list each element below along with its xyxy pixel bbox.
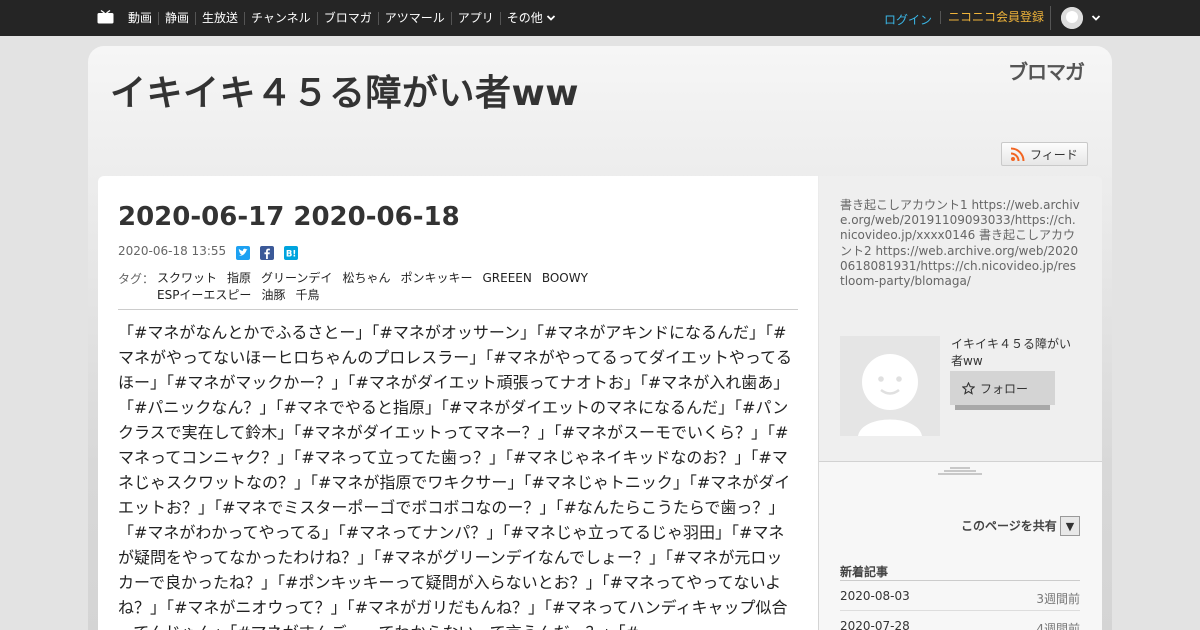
chevron-down-icon [1091,15,1101,21]
rss-icon [1010,147,1025,161]
nav-item-atsumaru[interactable]: アツマール [377,11,451,25]
register-link[interactable]: ニコニコ会員登録 [940,11,1044,24]
follow-label: フォロー [980,381,1029,396]
share-page-dropdown[interactable]: ▼ [1060,516,1080,536]
article-date: 2020-06-18 13:55 [118,244,227,258]
facebook-icon[interactable] [260,246,274,260]
recent-articles-title: 新着記事 [840,565,889,579]
share-page-label: このページを共有 [961,519,1057,533]
blomaga-logo[interactable]: ブロマガ [1008,56,1085,85]
tag-list: スクワット 指原 グリーンデイ 松ちゃん ポンキッキー GREEEN BOOWY ESPイーエ… [157,270,637,304]
grip-icon[interactable] [938,466,982,476]
profile-avatar[interactable] [840,336,940,436]
tag-item[interactable]: ポンキッキー [400,270,472,287]
niconico-tv-icon[interactable] [97,10,114,24]
article-title[interactable]: 2020-06-17 2020-06-18 [118,202,460,232]
top-nav-bar: 動画 静画 生放送 チャンネル ブロマガ アツマール アプリ その他 ログイン … [0,0,1200,36]
nav-item-more[interactable]: その他 [499,10,562,25]
article-divider [118,309,798,310]
article-body: 「#マネがなんとかでふるさとー」「#マネがオッサーン」「#マネがアキンドになるん… [118,323,793,630]
follow-button[interactable]: フォロー [950,371,1055,405]
account-menu[interactable] [1050,6,1101,30]
recent-article-item[interactable]: 2020-07-28 4週間前 [840,611,1080,630]
tag-item[interactable]: 油豚 [261,287,285,304]
tag-item[interactable]: グリーンデイ [261,270,332,287]
recent-article-ago: 4週間前 [1036,622,1080,630]
blog-title[interactable]: イキイキ４５る障がい者ww [110,64,579,116]
nav-item-app[interactable]: アプリ [450,11,500,25]
svg-text:B!: B! [286,249,296,259]
nav-item-blomaga[interactable]: ブロマガ [316,11,378,25]
nav-more-label: その他 [506,10,543,25]
hatena-bookmark-icon[interactable]: B! [284,246,298,260]
follow-button-shadow [955,405,1050,410]
nav-item-seiga[interactable]: 静画 [158,11,195,25]
recent-article-ago: 3週間前 [1036,592,1080,606]
recent-article-date[interactable]: 2020-07-28 [840,619,910,630]
tag-item[interactable]: 松ちゃん [342,270,390,287]
recent-article-item[interactable]: 2020-08-03 3週間前 [840,581,1080,611]
tag-item[interactable]: 指原 [227,270,251,287]
twitter-icon[interactable] [236,246,250,260]
share-buttons: B! [236,246,298,260]
feed-button[interactable]: フィード [1001,142,1088,166]
tag-item[interactable]: 千鳥 [295,287,319,304]
nav-item-channel[interactable]: チャンネル [244,11,317,25]
chevron-down-icon [546,15,555,21]
profile-name[interactable]: イキイキ４５る障がい者ww [951,336,1076,370]
tag-item[interactable]: BOOWY [542,270,588,287]
login-link[interactable]: ログイン [884,11,932,28]
nav-item-live[interactable]: 生放送 [195,11,244,25]
global-nav: 動画 静画 生放送 チャンネル ブロマガ アツマール アプリ その他 [122,0,562,36]
tag-item[interactable]: スクワット [157,270,217,287]
channel-description: 書き起こしアカウント1 https://web.archive.org/web/… [840,198,1080,289]
nav-item-video[interactable]: 動画 [122,11,158,25]
star-icon [962,381,975,395]
tags-label: タグ： [118,272,155,286]
tag-item[interactable]: GREEEN [482,270,531,287]
recent-article-date[interactable]: 2020-08-03 [840,589,910,603]
feed-label: フィード [1030,147,1078,162]
tag-item[interactable]: ESPイーエスピー [157,287,251,304]
avatar-icon [1061,7,1083,29]
